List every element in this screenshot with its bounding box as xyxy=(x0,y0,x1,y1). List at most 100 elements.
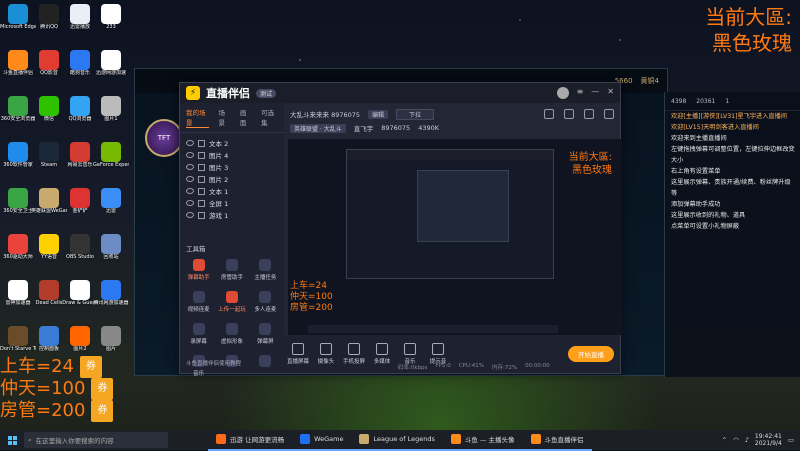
toolbox-item[interactable]: 录屏幕 xyxy=(182,323,215,345)
app-icon xyxy=(101,96,121,116)
app-icon xyxy=(8,188,28,208)
edit-title-button[interactable]: 编辑 xyxy=(368,109,389,119)
settings-icon[interactable] xyxy=(584,109,594,119)
taskbar-app[interactable]: 斗鱼 — 主播头像 xyxy=(442,429,523,451)
toolbox-item[interactable]: 主播任务 xyxy=(249,259,282,281)
taskbar-app-label: 斗鱼直播伴侣 xyxy=(544,436,584,444)
source-button[interactable]: 直播屏幕 xyxy=(284,343,312,365)
lock-icon[interactable] xyxy=(198,175,205,183)
volume-icon[interactable]: ♪ xyxy=(745,436,749,444)
desktop-icon[interactable]: 图片 xyxy=(93,326,129,352)
app-icon xyxy=(101,50,121,70)
tool-label: 上传一起玩 xyxy=(218,307,246,313)
taskbar-app-label: WeGame xyxy=(314,435,344,443)
source-button[interactable]: 提示音 xyxy=(424,343,452,365)
toolbox-item[interactable]: 多人连麦 xyxy=(249,291,282,313)
close-icon[interactable]: ✕ xyxy=(607,87,614,99)
taskbar-app[interactable]: 迅游 让网游更流畅 xyxy=(208,429,293,451)
taskbar-app[interactable]: 斗鱼直播伴侣 xyxy=(522,429,592,451)
scene-item-label: 图片 4 xyxy=(209,152,229,160)
eye-icon[interactable] xyxy=(186,212,194,218)
app-icon xyxy=(8,96,28,116)
scene-item-label: 全屏 1 xyxy=(209,200,229,208)
network-icon[interactable]: ◠ xyxy=(733,436,739,444)
scene-item[interactable]: 游戏 1 xyxy=(180,209,284,221)
source-button[interactable]: 摄像头 xyxy=(312,343,340,365)
eye-icon[interactable] xyxy=(186,176,194,182)
menu-icon[interactable]: ≡ xyxy=(577,87,584,99)
scene-item[interactable]: 图片 4 xyxy=(180,149,284,161)
streamer-app-window[interactable]: ⚡ 直播伴侣 测试 ≡ — ✕ 我的场景 场景 画面 可选集 文本 2 图片 4 图片 3… xyxy=(179,82,622,377)
scene-item[interactable]: 图片 3 xyxy=(180,161,284,173)
lock-icon[interactable] xyxy=(198,139,205,147)
lock-icon[interactable] xyxy=(198,187,205,195)
scene-item[interactable]: 全屏 1 xyxy=(180,197,284,209)
stat-item: 00:00:00 xyxy=(525,363,550,369)
record-icon[interactable] xyxy=(564,109,574,119)
source-icon xyxy=(292,343,304,355)
toolbox-item[interactable]: 虚拟形象 xyxy=(215,323,248,345)
tool-label: 多人连麦 xyxy=(254,307,277,313)
desktop-icon[interactable]: GeForce Experience xyxy=(93,142,129,168)
desktop-icon-label: 图片 xyxy=(105,346,116,352)
taskbar-app[interactable]: League of Legends xyxy=(351,429,443,451)
scene-item[interactable]: 图片 2 xyxy=(180,173,284,185)
app-icon xyxy=(70,326,90,346)
clock[interactable]: 19:42:41 2021/9/4 xyxy=(755,433,782,447)
desktop-icon[interactable]: 233 xyxy=(93,4,129,30)
eye-icon[interactable] xyxy=(186,164,194,170)
desktop-icon[interactable]: 图片1 xyxy=(93,96,129,122)
source-button[interactable]: 音乐 xyxy=(396,343,424,365)
chevron-up-icon[interactable]: ⌃ xyxy=(722,436,727,444)
lock-icon[interactable] xyxy=(198,199,205,207)
lock-icon[interactable] xyxy=(198,163,205,171)
region-label: 当前大區: xyxy=(705,5,792,29)
start-button[interactable] xyxy=(0,430,24,450)
category-dropdown[interactable]: 下拉 xyxy=(396,108,435,120)
scene-item-label: 游戏 1 xyxy=(209,212,229,220)
taskbar-app-label: 斗鱼 — 主播头像 xyxy=(464,436,515,444)
scene-tab[interactable]: 我的场景 xyxy=(186,107,209,128)
app-icon xyxy=(8,142,28,162)
source-button[interactable]: 多媒体 xyxy=(368,343,396,365)
toolbox-item[interactable]: 弹幕屏 xyxy=(249,323,282,345)
notification-icon[interactable]: ▭ xyxy=(788,436,794,444)
taskbar-app[interactable]: WeGame xyxy=(292,429,352,451)
desktop-icon[interactable]: 腾讯网游加速器 xyxy=(93,280,129,306)
taskbar-app-icon xyxy=(450,434,461,444)
share-icon[interactable] xyxy=(544,109,554,119)
scene-item[interactable]: 文本 2 xyxy=(180,137,284,149)
scene-item[interactable]: 文本 1 xyxy=(180,185,284,197)
desktop-icon[interactable]: 迅雷 xyxy=(93,188,129,214)
eye-icon[interactable] xyxy=(186,188,194,194)
room-tag[interactable]: 英雄联盟 · 大乱斗 xyxy=(290,123,346,133)
user-avatar[interactable] xyxy=(556,87,569,99)
toolbox-item[interactable]: 上传一起玩 xyxy=(215,291,248,313)
eye-icon[interactable] xyxy=(186,200,194,206)
lock-icon[interactable] xyxy=(198,151,205,159)
toolbox-item[interactable]: 弹幕助手 xyxy=(182,259,215,281)
desktop-icon[interactable]: 回收站 xyxy=(93,234,129,260)
eye-icon[interactable] xyxy=(186,152,194,158)
price-row: 上车=24 券 xyxy=(0,356,113,378)
stream-preview[interactable]: 当前大區: 黑色玫瑰 上车=24 仲天=100 房管=200 xyxy=(288,139,622,335)
tft-emblem-icon[interactable]: TFT xyxy=(145,119,183,157)
toolbox-item[interactable]: 房管助手 xyxy=(215,259,248,281)
source-button[interactable]: 手机投屏 xyxy=(340,343,368,365)
go-live-button[interactable]: 开始直播 xyxy=(568,346,614,362)
app-icon xyxy=(101,326,121,346)
desktop-icon[interactable]: 迅游网游加速 xyxy=(93,50,129,76)
scene-tab[interactable]: 可选集 xyxy=(261,107,278,128)
scene-tab[interactable]: 画面 xyxy=(240,107,251,128)
taskbar-search[interactable]: ⌕ 在这里输入你要搜索的内容 xyxy=(24,432,168,448)
scene-tab[interactable]: 场景 xyxy=(219,107,230,128)
tutorial-link[interactable]: 斗鱼直播伴侣使用教程 xyxy=(186,359,241,367)
source-label: 手机投屏 xyxy=(342,359,365,365)
nested-preview-window xyxy=(346,149,554,279)
lock-icon[interactable] xyxy=(198,211,205,219)
more-icon[interactable] xyxy=(604,109,614,119)
toolbox-item[interactable] xyxy=(249,355,282,377)
eye-icon[interactable] xyxy=(186,140,194,146)
toolbox-item[interactable]: 视频连麦 xyxy=(182,291,215,313)
minimize-icon[interactable]: — xyxy=(591,87,599,99)
